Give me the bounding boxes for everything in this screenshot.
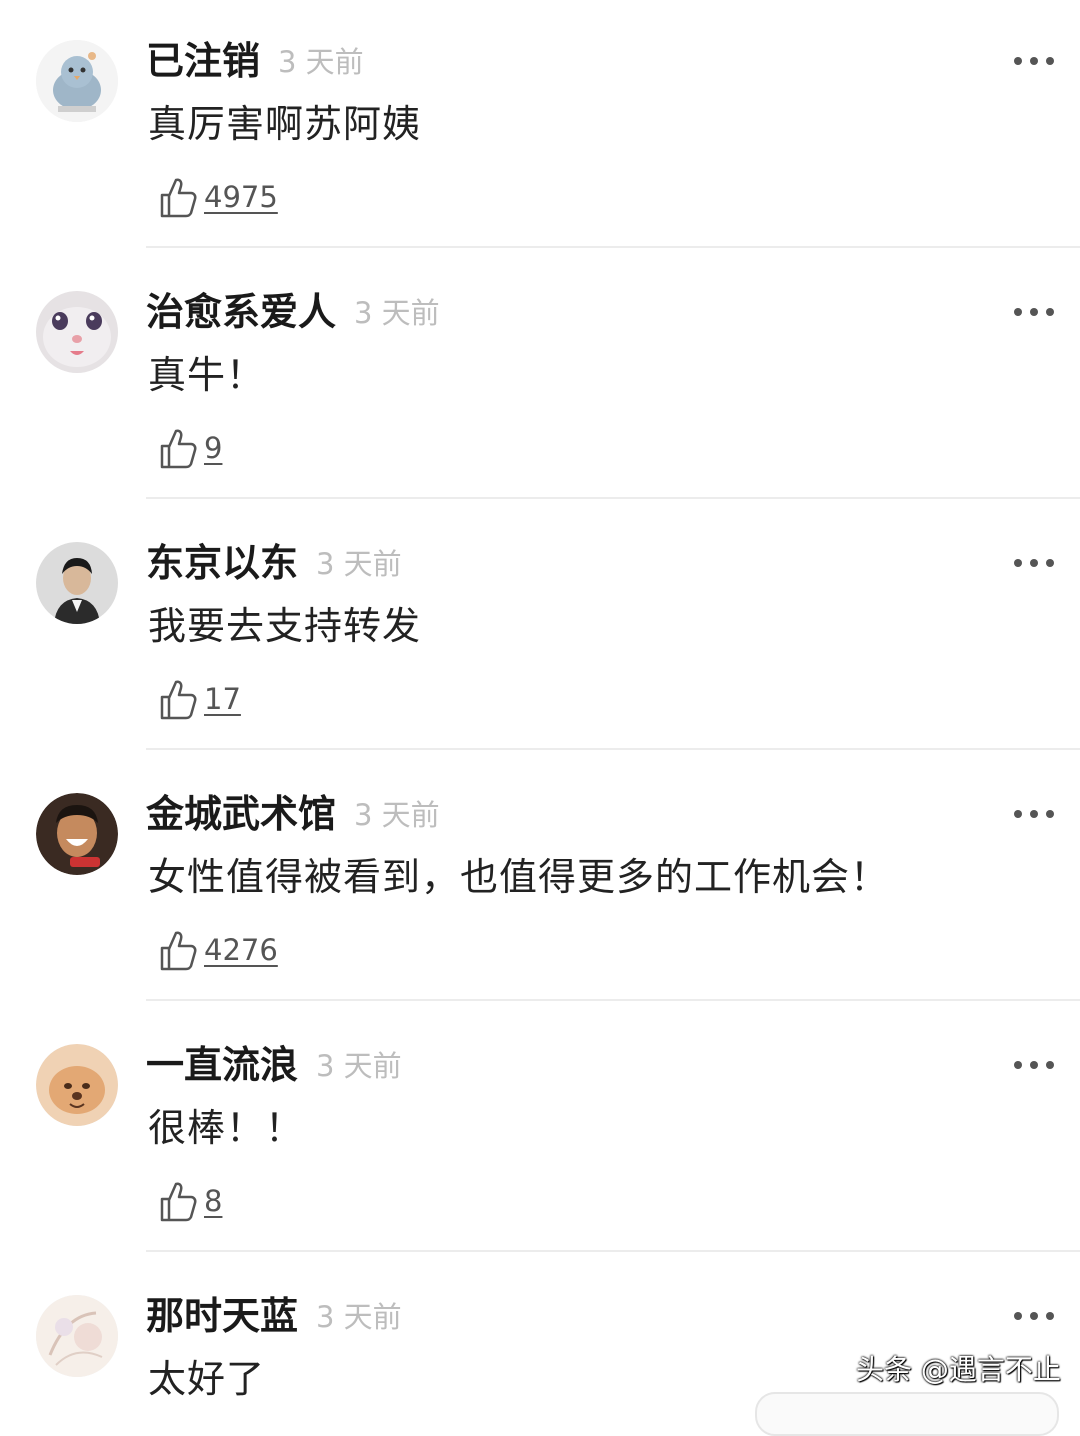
thumbs-up-icon	[160, 178, 197, 218]
divider	[146, 246, 1080, 248]
like-button[interactable]: 4276	[158, 925, 278, 975]
comment-text: 我要去支持转发	[148, 604, 422, 648]
source-watermark: 头条 @遇言不止	[856, 1353, 1061, 1386]
more-dots-icon[interactable]	[1014, 805, 1054, 823]
divider	[146, 999, 1080, 1001]
username[interactable]: 东京以东 3 天前	[146, 540, 402, 587]
comment-item: 一直流浪 3 天前 很棒！！ 8	[0, 1004, 1080, 1255]
username[interactable]: 金城武术馆 3 天前	[146, 791, 440, 838]
cat-face-avatar[interactable]	[36, 291, 118, 373]
like-count: 17	[204, 682, 241, 716]
bird-sticker-avatar[interactable]	[36, 40, 118, 122]
comment-time: 3 天前	[354, 798, 440, 832]
thumbs-up-icon	[160, 429, 197, 469]
username-text[interactable]: 东京以东	[146, 541, 298, 585]
more-dots-icon[interactable]	[1014, 52, 1054, 70]
like-button[interactable]: 4975	[158, 172, 278, 222]
divider	[146, 748, 1080, 750]
thumbs-up-icon	[160, 931, 197, 971]
thumbs-up-icon	[160, 680, 197, 720]
like-count: 9	[204, 431, 223, 465]
username-text[interactable]: 一直流浪	[146, 1043, 298, 1087]
more-dots-icon[interactable]	[1014, 1056, 1054, 1074]
bottom-card-edge	[755, 1392, 1059, 1436]
comment-time: 3 天前	[354, 296, 440, 330]
like-button[interactable]: 9	[158, 423, 222, 473]
laughing-man-avatar[interactable]	[36, 793, 118, 875]
username-text[interactable]: 已注销	[146, 39, 260, 83]
comment-text: 太好了	[148, 1357, 266, 1401]
comment-item: 治愈系爱人 3 天前 真牛！ 9	[0, 251, 1080, 502]
comment-text: 真厉害啊苏阿姨	[148, 102, 422, 146]
comment-time: 3 天前	[316, 547, 402, 581]
comment-time: 3 天前	[316, 1300, 402, 1334]
more-dots-icon[interactable]	[1014, 303, 1054, 321]
divider	[146, 497, 1080, 499]
like-button[interactable]: 17	[158, 674, 241, 724]
like-count: 4975	[204, 180, 278, 214]
comment-item: 东京以东 3 天前 我要去支持转发 17	[0, 502, 1080, 753]
username[interactable]: 已注销 3 天前	[146, 38, 364, 85]
more-dots-icon[interactable]	[1014, 1307, 1054, 1325]
username-text[interactable]: 那时天蓝	[146, 1294, 298, 1338]
username[interactable]: 一直流浪 3 天前	[146, 1042, 402, 1089]
thumbs-up-icon	[160, 1182, 197, 1222]
like-count: 4276	[204, 933, 278, 967]
username[interactable]: 那时天蓝 3 天前	[146, 1293, 402, 1340]
like-count: 8	[204, 1184, 223, 1218]
username-text[interactable]: 金城武术馆	[146, 792, 336, 836]
username-text[interactable]: 治愈系爱人	[146, 290, 336, 334]
puppy-avatar[interactable]	[36, 1044, 118, 1126]
divider	[146, 1250, 1080, 1252]
comment-item: 已注销 3 天前 真厉害啊苏阿姨 4975	[0, 0, 1080, 251]
floral-sketch-avatar[interactable]	[36, 1295, 118, 1377]
comment-text: 女性值得被看到，也值得更多的工作机会！	[148, 855, 890, 899]
username[interactable]: 治愈系爱人 3 天前	[146, 289, 440, 336]
like-button[interactable]: 8	[158, 1176, 222, 1226]
comment-item: 金城武术馆 3 天前 女性值得被看到，也值得更多的工作机会！ 4276	[0, 753, 1080, 1004]
comment-text: 很棒！！	[148, 1106, 305, 1150]
comment-text: 真牛！	[148, 353, 266, 397]
comment-time: 3 天前	[278, 45, 364, 79]
man-portrait-avatar[interactable]	[36, 542, 118, 624]
more-dots-icon[interactable]	[1014, 554, 1054, 572]
comment-time: 3 天前	[316, 1049, 402, 1083]
